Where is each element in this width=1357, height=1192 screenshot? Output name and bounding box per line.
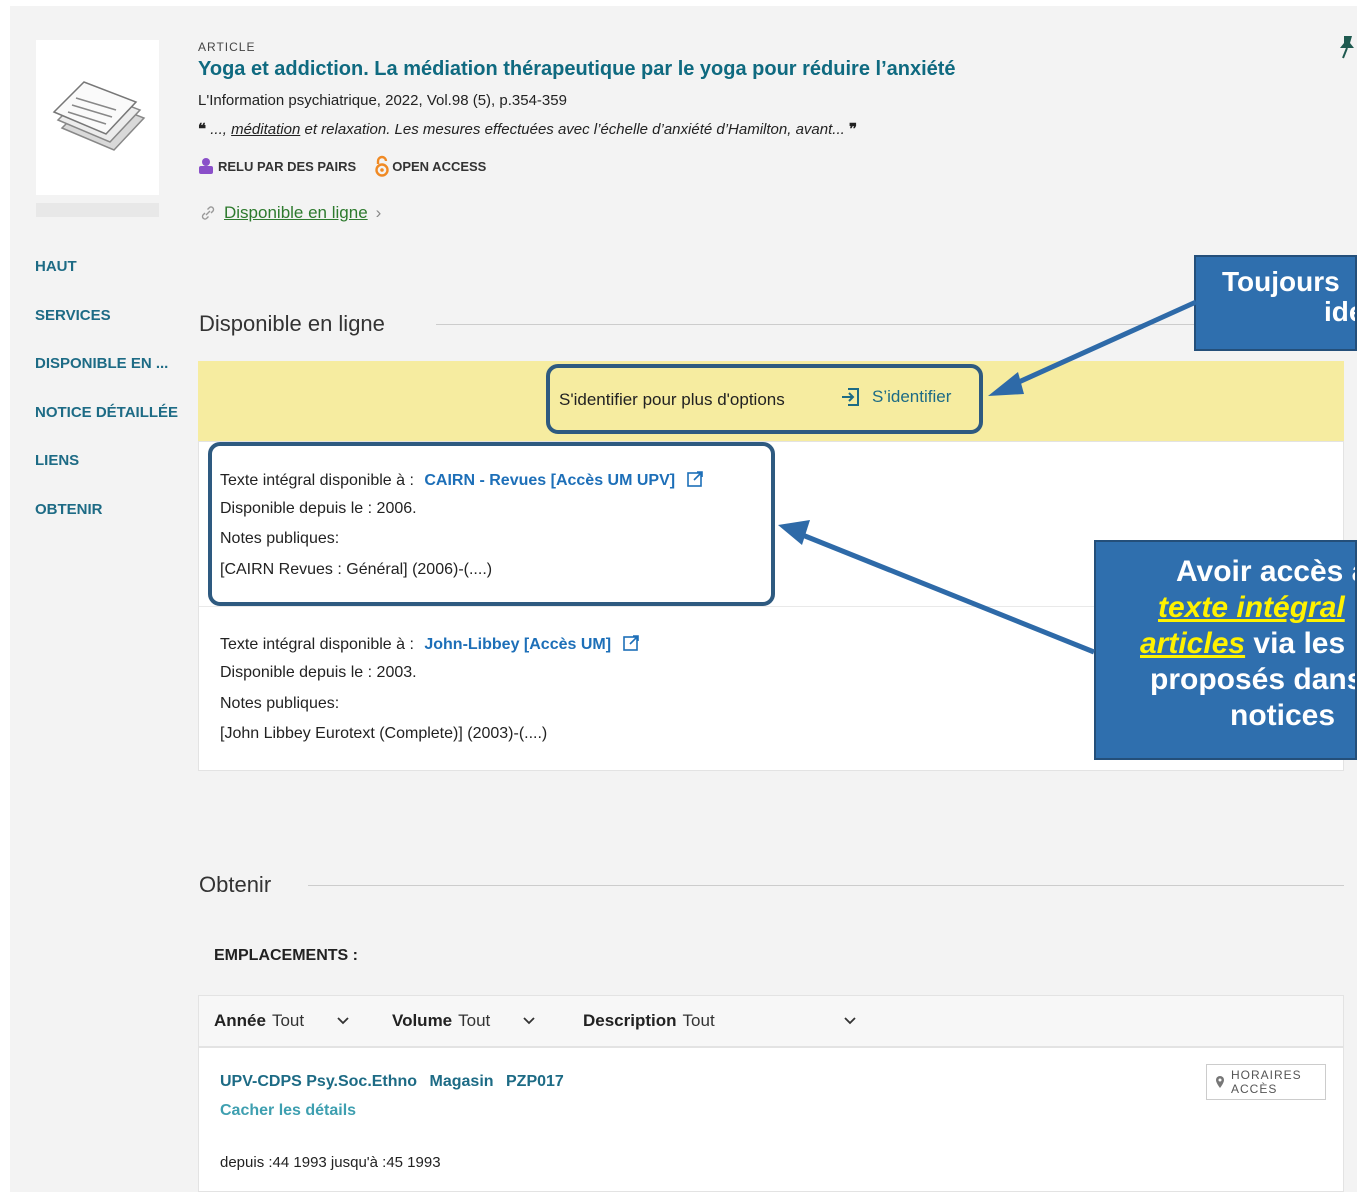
service-2-notes-label: Notes publiques: xyxy=(220,695,340,712)
peer-reviewed-badge: RELU PAR DES PAIRS xyxy=(196,157,356,175)
callout-fulltext-line-1: Avoir accès a xyxy=(1176,555,1357,588)
peer-reviewed-icon xyxy=(199,158,213,174)
snippet-highlight: méditation xyxy=(231,121,301,138)
callout-fulltext-line-5: notices xyxy=(1230,699,1336,732)
nav-item-liens[interactable]: LIENS xyxy=(35,452,178,501)
chevron-down-icon[interactable] xyxy=(843,1016,857,1026)
online-section-heading: Disponible en ligne xyxy=(199,311,385,336)
available-online-link[interactable]: Disponible en ligne › xyxy=(200,203,381,223)
chevron-down-icon[interactable] xyxy=(522,1016,536,1026)
open-access-label: OPEN ACCESS xyxy=(392,158,487,174)
nav-item-obtenir[interactable]: OBTENIR xyxy=(35,501,178,550)
external-link-icon[interactable] xyxy=(622,634,640,652)
service-2-prefix: Texte intégral disponible à : xyxy=(220,636,414,653)
open-access-icon xyxy=(375,155,389,177)
pin-icon[interactable] xyxy=(1338,34,1356,60)
thumbnail-shadow xyxy=(36,203,159,217)
login-highlight-frame xyxy=(546,364,983,434)
hide-details-link[interactable]: Cacher les détails xyxy=(220,1102,356,1120)
filter-volume-value[interactable]: Tout xyxy=(458,1011,490,1031)
filter-description[interactable]: Description Tout xyxy=(583,1011,857,1031)
opening-hours-button[interactable]: HORAIRES ACCÈS xyxy=(1206,1064,1326,1100)
article-thumbnail xyxy=(36,40,159,195)
article-source: L'Information psychiatrique, 2022, Vol.9… xyxy=(198,92,567,109)
obtain-section-divider xyxy=(308,885,1344,886)
article-title[interactable]: Yoga et addiction. La médiation thérapeu… xyxy=(198,58,956,81)
filter-year-value[interactable]: Tout xyxy=(272,1011,304,1031)
chevron-right-icon: › xyxy=(375,203,382,222)
location-collection: Magasin xyxy=(429,1073,494,1090)
callout-login-line-1: Toujours xyxy=(1222,266,1340,297)
annotation-callout-fulltext: Avoir accès a texte intégral articles vi… xyxy=(1094,540,1357,760)
link-icon xyxy=(201,206,215,220)
callout-fulltext-via: via les xyxy=(1245,627,1346,660)
document-icon xyxy=(52,81,146,151)
article-type-label: ARTICLE xyxy=(198,40,256,54)
filter-year-label: Année xyxy=(214,1011,266,1030)
opening-hours-text: HORAIRES ACCÈS xyxy=(1231,1068,1302,1096)
filter-year[interactable]: Année Tout xyxy=(214,1011,350,1031)
nav-item-notice-detaillee[interactable]: NOTICE DÉTAILLÉE xyxy=(35,404,178,453)
location-library: UPV-CDPS Psy.Soc.Ethno xyxy=(220,1073,418,1090)
callout-fulltext-line-2: texte intégral xyxy=(1158,591,1345,624)
open-quote-icon: ❝ xyxy=(198,121,211,138)
holdings-range: depuis :44 1993 jusqu'à :45 1993 xyxy=(220,1154,441,1171)
annotation-callout-login: Toujours ide xyxy=(1194,255,1357,351)
article-snippet: ❝ ..., méditation et relaxation. Les mes… xyxy=(198,120,857,138)
service-highlight-frame xyxy=(208,442,775,606)
filter-description-label: Description xyxy=(583,1011,677,1030)
callout-login-line-2: ide xyxy=(1324,296,1355,327)
obtain-section-heading: Obtenir xyxy=(199,872,272,897)
filter-volume[interactable]: Volume Tout xyxy=(392,1011,536,1031)
location-call-number: PZP017 xyxy=(506,1073,564,1090)
callout-fulltext-line-3: articles via les xyxy=(1096,626,1355,662)
callout-fulltext-articles: articles xyxy=(1140,627,1246,660)
peer-reviewed-label: RELU PAR DES PAIRS xyxy=(218,158,357,174)
available-online-label[interactable]: Disponible en ligne xyxy=(224,203,368,223)
nav-item-haut[interactable]: HAUT xyxy=(35,258,178,307)
service-2-link[interactable]: John-Libbey [Accès UM] xyxy=(424,636,611,653)
side-navigation: HAUT SERVICES DISPONIBLE EN ... NOTICE D… xyxy=(35,258,178,549)
close-quote-icon: ❞ xyxy=(844,121,858,138)
nav-item-disponible-en-ligne[interactable]: DISPONIBLE EN ... xyxy=(35,355,178,404)
location-name[interactable]: UPV-CDPS Psy.Soc.Ethno Magasin PZP017 xyxy=(220,1073,572,1091)
snippet-after: et relaxation. Les mesures effectuées av… xyxy=(300,121,845,138)
filter-description-value[interactable]: Tout xyxy=(683,1011,715,1031)
location-pin-icon xyxy=(1216,1076,1224,1088)
open-access-badge: OPEN ACCESS xyxy=(374,155,486,177)
snippet-before: ..., xyxy=(210,121,232,138)
chevron-down-icon[interactable] xyxy=(336,1016,350,1026)
article-badges: RELU PAR DES PAIRS OPEN ACCESS xyxy=(196,155,486,177)
hours-line-1: HORAIRES xyxy=(1231,1068,1302,1082)
callout-fulltext-line-4: proposés dans xyxy=(1150,663,1357,696)
filter-volume-label: Volume xyxy=(392,1011,453,1030)
nav-item-services[interactable]: SERVICES xyxy=(35,307,178,356)
service-2-notes: [John Libbey Eurotext (Complete)] (2003)… xyxy=(220,725,548,742)
service-2-fulltext: Texte intégral disponible à : John-Libbe… xyxy=(220,634,640,654)
service-2-since: Disponible depuis le : 2003. xyxy=(220,664,417,681)
locations-title: EMPLACEMENTS : xyxy=(214,947,358,964)
hours-line-2: ACCÈS xyxy=(1231,1082,1278,1096)
